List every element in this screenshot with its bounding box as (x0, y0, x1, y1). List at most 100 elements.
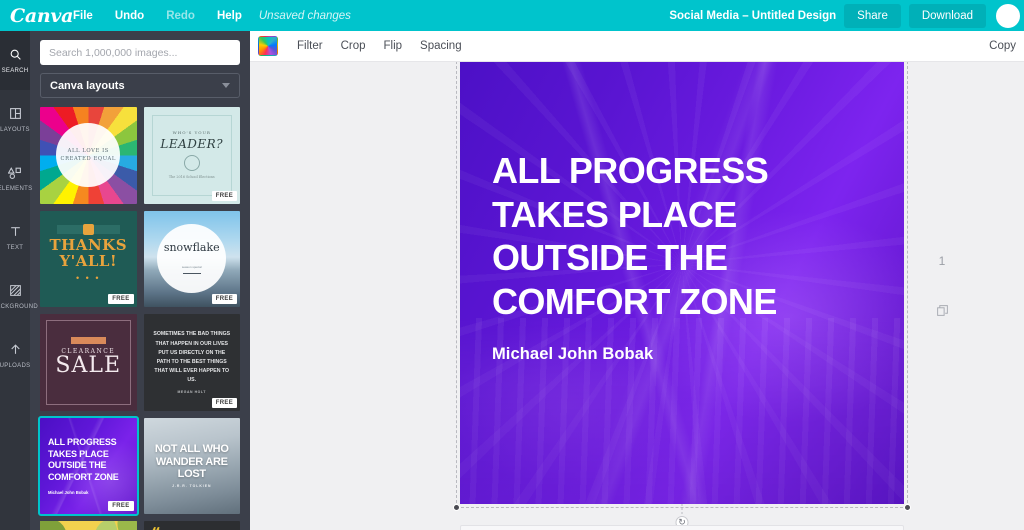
search-panel: Canva layouts ALL LOVE IS CREATED EQUAL (30, 31, 250, 530)
context-toolbar: Filter Crop Flip Spacing Copy (250, 31, 1024, 62)
workspace: ALL PROGRESS TAKES PLACE OUTSIDE THE COM… (250, 62, 1024, 530)
spacing-button[interactable]: Spacing (411, 34, 471, 58)
layout-thumb-tropical[interactable]: 22.08.2016 TROPICAL (40, 521, 137, 530)
thumb-quote: SOMETIMES THE BAD THINGS THAT HAPPEN IN … (153, 331, 231, 383)
quote-line-4: COMFORT ZONE (491, 281, 777, 322)
divider (182, 272, 201, 274)
flip-button[interactable]: Flip (375, 34, 412, 58)
sidebar-label-background: TEXT (6, 244, 24, 251)
sidebar-item-uploads[interactable]: UPLOADS (0, 326, 30, 385)
layout-thumb-bad-things-quote[interactable]: SOMETIMES THE BAD THINGS THAT HAPPEN IN … (143, 314, 240, 411)
thumb-title: ALL PROGRESS TAKES PLACE OUTSIDE THE COM… (48, 436, 119, 482)
thumb-subtitle-top: WHO'S YOUR (172, 130, 211, 136)
color-picker-icon[interactable] (258, 36, 278, 56)
layout-thumb-not-all-who-wander[interactable]: NOT ALL WHO WANDER ARE LOST J.R.R. TOLKI… (143, 417, 240, 514)
sidebar-label-elements: ELEMENTS (0, 185, 33, 192)
layout-thumb-all-progress-selected[interactable]: ALL PROGRESS TAKES PLACE OUTSIDE THE COM… (38, 415, 139, 516)
layout-thumb-all-love[interactable]: ALL LOVE IS CREATED EQUAL (40, 107, 137, 204)
toolbar-right: Copy (989, 40, 1016, 52)
copy-button[interactable]: Copy (989, 40, 1016, 52)
free-badge: FREE (108, 294, 134, 304)
sidebar-item-background[interactable]: BACKGROUND (0, 267, 38, 326)
sidebar-label-search: SEARCH (1, 67, 29, 74)
quote-line-1: ALL PROGRESS (491, 149, 769, 191)
design-canvas-wrapper[interactable]: ALL PROGRESS TAKES PLACE OUTSIDE THE COM… (453, 62, 911, 529)
thumb-title: THANKS Y'ALL! (49, 236, 128, 271)
sidebar-item-search[interactable]: SEARCH (0, 31, 30, 90)
free-badge: FREE (108, 501, 134, 511)
category-dropdown[interactable]: Canva layouts (40, 73, 240, 98)
seal-icon (183, 155, 200, 172)
filter-button[interactable]: Filter (288, 34, 332, 58)
elements-icon (7, 166, 22, 184)
thumb-subtitle: The 2016 School Elections (168, 175, 215, 180)
thumb-art: SOMETIMES THE BAD THINGS THAT HAPPEN IN … (143, 314, 240, 411)
sidebar-label-background-text: BACKGROUND (0, 303, 39, 310)
thumb-art: 22.08.2016 TROPICAL (40, 521, 137, 530)
menu-item-undo[interactable]: Undo (104, 4, 155, 28)
sidebar-label-layouts: LAYOUTS (0, 126, 30, 133)
thumb-art: WHO'S YOUR LEADER? The 2016 School Elect… (143, 107, 240, 204)
chevron-down-icon (222, 83, 230, 88)
sidebar-item-text[interactable]: TEXT (0, 208, 30, 267)
thumb-title: SALE (55, 353, 122, 379)
thumb-caption (88, 287, 89, 292)
thumb-art: ❝ Twenty years from now you will be more… (143, 521, 240, 530)
canvas-text-block[interactable]: ALL PROGRESS TAKES PLACE OUTSIDE THE COM… (492, 149, 877, 364)
thumb-caption (191, 257, 192, 262)
text-icon (9, 225, 22, 243)
thumb-art: ALL LOVE IS CREATED EQUAL (40, 107, 137, 204)
thumb-title: ALL LOVE IS CREATED EQUAL (60, 147, 116, 163)
menu-item-help[interactable]: Help (206, 4, 253, 28)
panel-inner: Canva layouts ALL LOVE IS CREATED EQUAL (30, 31, 250, 530)
thumb-author: J.R.R. TOLKIEN (172, 484, 212, 489)
quote-author: Michael John Bobak (491, 344, 654, 363)
thumb-dots: • • • (76, 272, 101, 283)
layout-thumb-whos-your-leader[interactable]: WHO'S YOUR LEADER? The 2016 School Elect… (143, 107, 240, 204)
thumb-art: THANKS Y'ALL! • • • (40, 210, 137, 307)
sidebar-item-elements[interactable]: ELEMENTS (0, 149, 33, 208)
user-avatar[interactable] (996, 3, 1020, 28)
menu-item-redo[interactable]: Redo (155, 4, 206, 28)
document-title[interactable]: Social Media – Untitled Design (669, 10, 836, 22)
search-input[interactable] (40, 40, 240, 65)
design-canvas[interactable]: ALL PROGRESS TAKES PLACE OUTSIDE THE COM… (460, 62, 904, 504)
unsaved-changes-status: Unsaved changes (258, 9, 351, 22)
thumb-title: NOT ALL WHO WANDER ARE LOST (154, 443, 229, 480)
uploads-icon (9, 343, 22, 361)
thumb-art: NOT ALL WHO WANDER ARE LOST J.R.R. TOLKI… (143, 417, 240, 514)
search-icon (9, 48, 22, 66)
layout-thumb-quote-card[interactable]: ❝ Twenty years from now you will be more… (143, 521, 240, 530)
background-icon (9, 284, 22, 302)
layout-thumb-snowflake[interactable]: snowflake season special FREE (143, 210, 240, 307)
thumb-ribbon (70, 337, 106, 345)
duplicate-page-icon[interactable] (936, 304, 949, 322)
thumb-caption (88, 382, 89, 387)
resize-handle-bottom-right[interactable] (904, 504, 911, 511)
menu-item-file[interactable]: File (62, 4, 104, 28)
resize-handle-bottom-left[interactable] (453, 504, 460, 511)
page-meta: 1 (912, 62, 972, 322)
thumb-art: ALL PROGRESS TAKES PLACE OUTSIDE THE COM… (40, 417, 137, 514)
quote-line-3: OUTSIDE THE (491, 237, 728, 279)
free-badge: FREE (211, 397, 237, 408)
canva-logo[interactable]: Canva (0, 5, 73, 27)
crop-button[interactable]: Crop (332, 34, 375, 58)
thumb-author: Michael John Bobak (48, 489, 89, 495)
quote-line-2: TAKES PLACE (491, 193, 737, 235)
sidebar-label-uploads: UPLOADS (0, 362, 31, 369)
sidebar-item-layouts[interactable]: LAYOUTS (0, 90, 30, 149)
page-number: 1 (938, 254, 946, 268)
thumb-author: MEGAN HOLT (177, 390, 207, 395)
layout-thumb-clearance-sale[interactable]: CLEARANCE SALE (40, 314, 137, 411)
thumb-title: snowflake (163, 240, 220, 254)
add-new-page-button[interactable]: + Add a new page (460, 525, 904, 530)
category-dropdown-label: Canva layouts (50, 79, 125, 92)
thumb-title: LEADER? (160, 137, 224, 152)
share-button[interactable]: Share (844, 3, 901, 28)
download-button[interactable]: Download (908, 3, 986, 28)
layout-thumbnail-grid: ALL LOVE IS CREATED EQUAL WHO'S YOUR LEA… (38, 107, 240, 530)
layout-thumb-thanks-yall[interactable]: THANKS Y'ALL! • • • FREE (40, 210, 137, 307)
main-menu: File Undo Redo Help Unsaved changes (62, 4, 351, 28)
top-bar: Canva File Undo Redo Help Unsaved change… (0, 0, 1024, 31)
